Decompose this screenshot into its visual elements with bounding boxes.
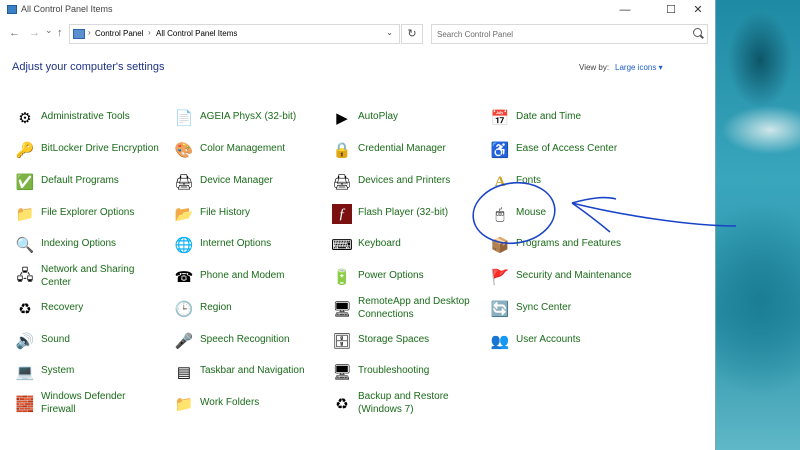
hand-drawn-annotation: [472, 181, 737, 245]
annotation-circle: [472, 181, 556, 245]
annotation-arrow-line: [571, 202, 737, 227]
annotation-arrow-head-top: [571, 196, 617, 204]
